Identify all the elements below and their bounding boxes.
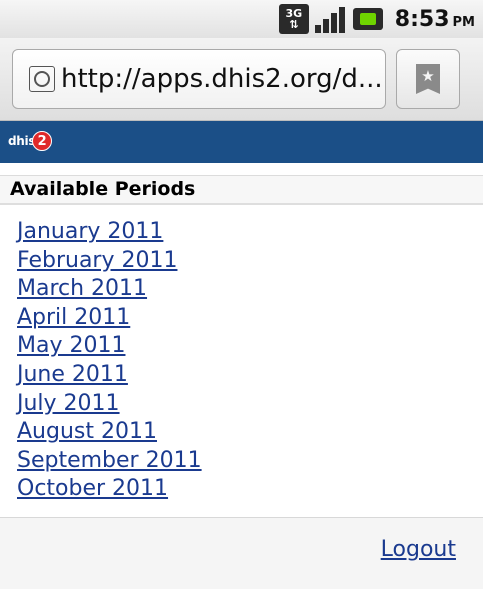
browser-toolbar: http://apps.dhis2.org/d... — [0, 38, 483, 121]
period-link[interactable]: April 2011 — [17, 305, 130, 330]
signal-strength-icon — [314, 5, 347, 33]
period-link[interactable]: June 2011 — [17, 362, 128, 387]
period-link[interactable]: January 2011 — [17, 219, 163, 244]
period-link[interactable]: February 2011 — [17, 248, 177, 273]
app-header: dhis 2 — [0, 121, 483, 163]
period-link[interactable]: July 2011 — [17, 391, 120, 416]
status-icons: 3G ⇅ 8:53 PM — [278, 3, 475, 35]
logo-badge: 2 — [32, 131, 53, 151]
bookmark-button[interactable] — [396, 49, 460, 109]
url-field[interactable]: http://apps.dhis2.org/d... — [12, 49, 386, 109]
clock-ampm: PM — [452, 14, 475, 30]
period-link[interactable]: September 2011 — [17, 448, 202, 473]
globe-icon — [29, 66, 55, 92]
period-link[interactable]: October 2011 — [17, 476, 168, 501]
logout-link[interactable]: Logout — [381, 537, 456, 562]
dhis2-logo[interactable]: dhis 2 — [8, 130, 53, 152]
list-item: October 2011 — [17, 475, 202, 504]
url-text: http://apps.dhis2.org/d... — [61, 64, 383, 94]
network-3g-icon: 3G ⇅ — [278, 4, 309, 34]
list-item: June 2011 — [17, 361, 202, 390]
clock-time: 8:53 — [394, 6, 450, 32]
list-item: January 2011 — [17, 218, 202, 247]
list-item: February 2011 — [17, 247, 202, 276]
logo-text: dhis — [8, 134, 36, 148]
battery-icon — [352, 8, 383, 30]
data-arrows-icon: ⇅ — [289, 18, 299, 31]
period-link[interactable]: August 2011 — [17, 419, 157, 444]
status-clock: 8:53 PM — [395, 7, 475, 32]
period-link[interactable]: March 2011 — [17, 276, 147, 301]
list-item: March 2011 — [17, 275, 202, 304]
list-item: April 2011 — [17, 304, 202, 333]
footer: Logout — [0, 517, 483, 589]
section-heading: Available Periods — [0, 175, 483, 205]
list-item: July 2011 — [17, 390, 202, 419]
status-bar: 3G ⇅ 8:53 PM — [0, 0, 483, 39]
list-item: May 2011 — [17, 332, 202, 361]
list-item: August 2011 — [17, 418, 202, 447]
period-list: January 2011 February 2011 March 2011 Ap… — [17, 218, 202, 504]
period-link[interactable]: May 2011 — [17, 333, 125, 358]
bookmark-icon — [416, 64, 440, 94]
spacer — [0, 163, 483, 175]
list-item: September 2011 — [17, 447, 202, 476]
